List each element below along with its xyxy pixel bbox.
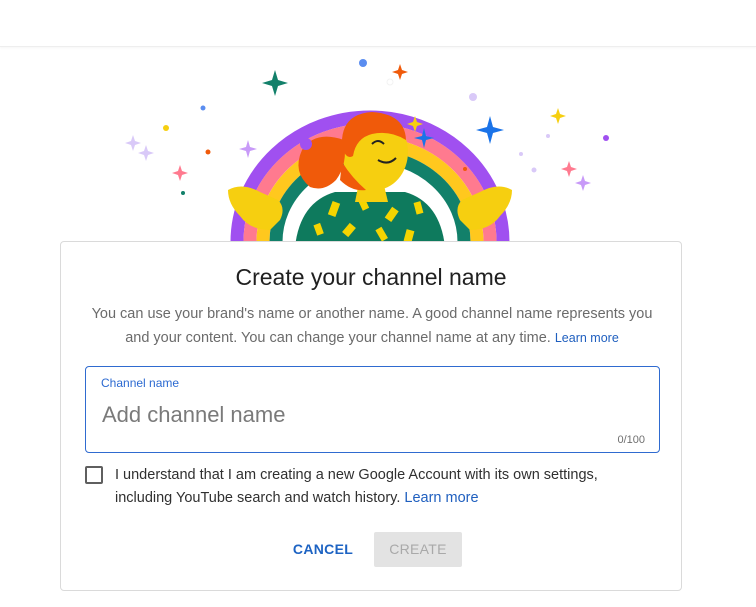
dialog-title: Create your channel name [235,264,507,290]
create-button[interactable]: CREATE [374,532,462,567]
rainbow-illustration [125,59,609,247]
consent-checkbox[interactable] [85,466,103,484]
channel-name-input[interactable] [100,397,644,433]
cancel-button[interactable]: CANCEL [283,532,363,566]
channel-name-label: Channel name [101,376,180,390]
consent-text: I understand that I am creating a new Go… [115,467,598,506]
description-learn-more-link[interactable]: Learn more [555,331,619,345]
consent-learn-more-link[interactable]: Learn more [404,490,478,506]
consent-text-block: I understand that I am creating a new Go… [115,464,655,510]
top-bar [0,0,756,47]
dialog-description: You can use your brand's name or another… [85,302,659,350]
channel-name-field[interactable]: Channel name 0/100 [85,366,660,453]
create-channel-dialog: Create your channel name You can use you… [60,241,682,591]
character-counter: 0/100 [617,434,645,446]
